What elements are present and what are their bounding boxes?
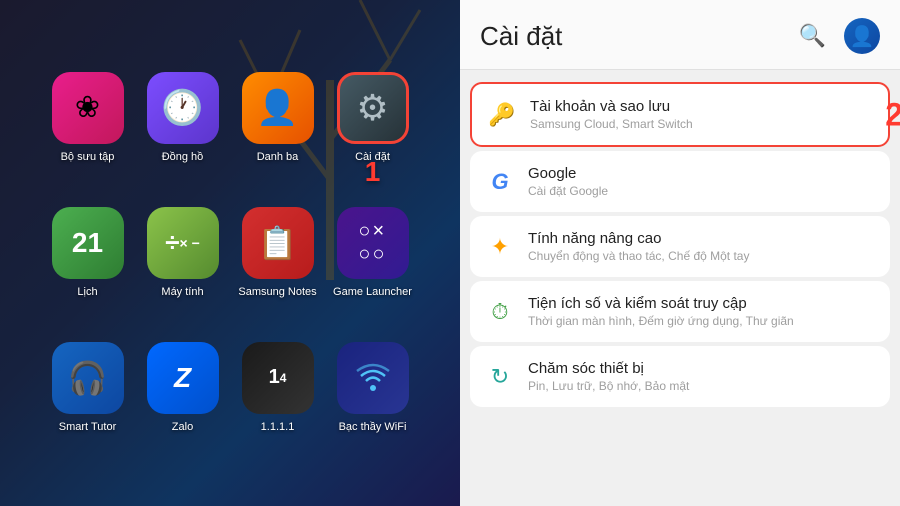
- app-label-zalo: Zalo: [172, 420, 193, 434]
- app-item-dong-ho[interactable]: 🕐 Đồng hồ: [138, 53, 228, 183]
- app-item-bo-suu-tap[interactable]: ❀ Bộ sưu tập: [43, 53, 133, 183]
- google-text: Google Cài đặt Google: [528, 165, 874, 198]
- settings-item-google[interactable]: G Google Cài đặt Google: [470, 151, 890, 212]
- app-label-danh-ba: Danh ba: [257, 150, 299, 164]
- app-label-dong-ho: Đồng hồ: [162, 150, 204, 164]
- app-item-bac-thay-wifi[interactable]: Bạc thầy WiFi: [328, 323, 418, 453]
- app-item-samsung-notes[interactable]: 📋 Samsung Notes: [233, 188, 323, 318]
- app-item-smart-tutor[interactable]: 🎧 Smart Tutor: [43, 323, 133, 453]
- app-label-samsung-notes: Samsung Notes: [238, 285, 316, 299]
- device-care-icon: ↻: [486, 364, 514, 390]
- tinh-nang-text: Tính năng nâng cao Chuyển động và thao t…: [528, 230, 874, 263]
- tinh-nang-title: Tính năng nâng cao: [528, 230, 874, 247]
- settings-item-cham-soc[interactable]: ↻ Chăm sóc thiết bị Pin, Lưu trữ, Bộ nhớ…: [470, 346, 890, 407]
- step-2-label: 2: [885, 96, 900, 133]
- app-icon-cai-dat: ⚙: [337, 72, 409, 144]
- settings-item-tien-ich[interactable]: ⏱ Tiện ích số và kiểm soát truy cập Thời…: [470, 281, 890, 342]
- app-icon-smart-tutor: 🎧: [52, 342, 124, 414]
- app-item-cai-dat[interactable]: ⚙ Cài đặt 1: [328, 53, 418, 183]
- app-item-lich[interactable]: 21 Lịch: [43, 188, 133, 318]
- app-label-bo-suu-tap: Bộ sưu tập: [61, 150, 115, 164]
- app-icon-game-launcher: ○×○○: [337, 207, 409, 279]
- app-icon-zalo: Z: [147, 342, 219, 414]
- google-icon: G: [486, 169, 514, 195]
- app-icon-lich: 21: [52, 207, 124, 279]
- tien-ich-subtitle: Thời gian màn hình, Đếm giờ ứng dụng, Th…: [528, 314, 874, 328]
- app-icon-dong-ho: 🕐: [147, 72, 219, 144]
- profile-avatar[interactable]: 👤: [844, 18, 880, 54]
- tinh-nang-subtitle: Chuyển động và thao tác, Chế độ Một tay: [528, 249, 874, 263]
- app-label-game-launcher: Game Launcher: [333, 285, 412, 299]
- app-item-zalo[interactable]: Z Zalo: [138, 323, 228, 453]
- settings-item-tinh-nang[interactable]: ✦ Tính năng nâng cao Chuyển động và thao…: [470, 216, 890, 277]
- cham-soc-text: Chăm sóc thiết bị Pin, Lưu trữ, Bộ nhớ, …: [528, 360, 874, 393]
- left-panel: ❀ Bộ sưu tập 🕐 Đồng hồ 👤 Danh ba ⚙ Cài đ…: [0, 0, 460, 506]
- app-icon-1111: 14: [242, 342, 314, 414]
- right-panel: Cài đặt 🔍 👤 🔑 Tài khoản và sao lưu Samsu…: [460, 0, 900, 506]
- app-icon-bac-thay-wifi: [337, 342, 409, 414]
- app-label-smart-tutor: Smart Tutor: [59, 420, 116, 434]
- app-item-danh-ba[interactable]: 👤 Danh ba: [233, 53, 323, 183]
- app-icon-danh-ba: 👤: [242, 72, 314, 144]
- app-icon-may-tinh: ÷× −: [147, 207, 219, 279]
- tai-khoan-subtitle: Samsung Cloud, Smart Switch: [530, 117, 872, 131]
- app-grid: ❀ Bộ sưu tập 🕐 Đồng hồ 👤 Danh ba ⚙ Cài đ…: [43, 53, 418, 453]
- app-icon-bo-suu-tap: ❀: [52, 72, 124, 144]
- tai-khoan-title: Tài khoản và sao lưu: [530, 98, 872, 115]
- cham-soc-subtitle: Pin, Lưu trữ, Bộ nhớ, Bảo mật: [528, 379, 874, 393]
- header-icons: 🔍 👤: [799, 18, 880, 54]
- settings-list: 🔑 Tài khoản và sao lưu Samsung Cloud, Sm…: [460, 70, 900, 506]
- settings-header: Cài đặt 🔍 👤: [460, 0, 900, 70]
- step-1-label: 1: [365, 156, 381, 188]
- tien-ich-title: Tiện ích số và kiểm soát truy cập: [528, 295, 874, 312]
- app-label-1111: 1.1.1.1: [261, 420, 295, 434]
- cham-soc-title: Chăm sóc thiết bị: [528, 360, 874, 377]
- app-item-may-tinh[interactable]: ÷× − Máy tính: [138, 188, 228, 318]
- app-label-bac-thay-wifi: Bạc thầy WiFi: [339, 420, 407, 434]
- settings-item-tai-khoan[interactable]: 🔑 Tài khoản và sao lưu Samsung Cloud, Sm…: [470, 82, 890, 147]
- app-item-game-launcher[interactable]: ○×○○ Game Launcher: [328, 188, 418, 318]
- app-label-may-tinh: Máy tính: [161, 285, 203, 299]
- google-subtitle: Cài đặt Google: [528, 184, 874, 198]
- tai-khoan-text: Tài khoản và sao lưu Samsung Cloud, Smar…: [530, 98, 872, 131]
- app-label-lich: Lịch: [77, 285, 97, 299]
- app-icon-samsung-notes: 📋: [242, 207, 314, 279]
- search-icon[interactable]: 🔍: [799, 23, 826, 49]
- advanced-icon: ✦: [486, 234, 514, 260]
- settings-title: Cài đặt: [480, 21, 562, 52]
- app-item-1111[interactable]: 14 1.1.1.1: [233, 323, 323, 453]
- tien-ich-text: Tiện ích số và kiểm soát truy cập Thời g…: [528, 295, 874, 328]
- digital-wellbeing-icon: ⏱: [486, 299, 514, 325]
- key-icon: 🔑: [488, 102, 516, 128]
- google-title: Google: [528, 165, 874, 182]
